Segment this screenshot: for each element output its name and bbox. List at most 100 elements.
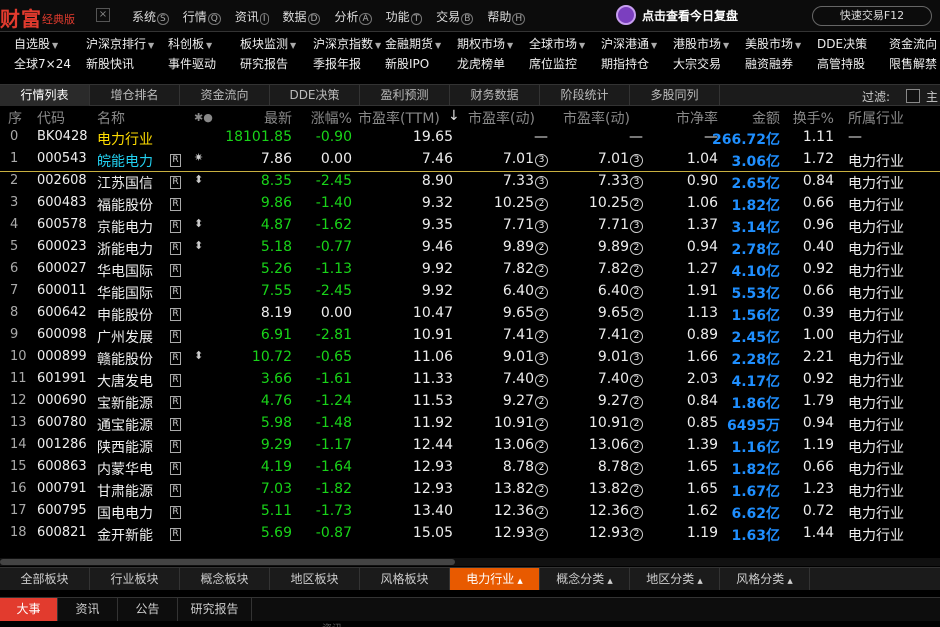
menu-item-2[interactable]: 资讯 I bbox=[235, 8, 269, 25]
nav-link-navrow1-4[interactable]: 沪深京指数 ▼ bbox=[313, 35, 381, 52]
sector-tab-5[interactable]: 电力行业 ▲ bbox=[450, 568, 540, 590]
tab-5[interactable]: 财务数据 bbox=[450, 85, 540, 106]
nav-link-navrow1-6[interactable]: 期权市场 ▼ bbox=[457, 35, 513, 52]
stock-name[interactable]: 申能股份 bbox=[97, 305, 153, 325]
nav-link-navrow2-8[interactable]: 期指持仓 bbox=[601, 55, 649, 72]
nav-link-navrow1-7[interactable]: 全球市场 ▼ bbox=[529, 35, 585, 52]
scrollbar-thumb[interactable] bbox=[0, 559, 455, 565]
stock-name[interactable]: 京能电力 bbox=[97, 217, 153, 237]
menu-item-6[interactable]: 交易 B bbox=[436, 8, 474, 25]
stock-name[interactable]: 福能股份 bbox=[97, 195, 153, 215]
news-tab-0[interactable]: 大事 bbox=[0, 598, 58, 621]
nav-link-navrow1-3[interactable]: 板块监测 ▼ bbox=[240, 35, 296, 52]
table-row[interactable]: 18 600821 金开新能 R 5.69 -0.87 15.05 12.93 2 12.93 2 1… bbox=[0, 523, 940, 545]
tab-4[interactable]: 盈利预测 bbox=[360, 85, 450, 106]
nav-link-navrow2-10[interactable]: 融资融券 bbox=[745, 55, 793, 72]
stock-name[interactable]: 金开新能 bbox=[97, 525, 153, 545]
header-code[interactable]: 代码 bbox=[37, 108, 65, 128]
table-row[interactable]: 8 600642 申能股份 R 8.19 0.00 10.47 9.65 2 9.65 2 1.13 1… bbox=[0, 303, 940, 325]
header-index[interactable]: 序 bbox=[8, 108, 22, 128]
table-row[interactable]: 16 000791 甘肃能源 R 7.03 -1.82 12.93 13.82 2 13.82 2 1… bbox=[0, 479, 940, 501]
news-tab-3[interactable]: 研究报告 bbox=[178, 598, 252, 621]
header-industry[interactable]: 所属行业 bbox=[848, 108, 904, 128]
menu-item-7[interactable]: 帮助 H bbox=[487, 8, 526, 25]
stock-name[interactable]: 宝新能源 bbox=[97, 393, 153, 413]
nav-link-navrow1-9[interactable]: 港股市场 ▼ bbox=[673, 35, 729, 52]
table-row[interactable]: 9 600098 广州发展 R 6.91 -2.81 10.91 7.41 2 7.41 2 0.89… bbox=[0, 325, 940, 347]
header-pe-dynamic-2[interactable]: 市盈率(动) bbox=[563, 108, 630, 128]
header-pb[interactable]: 市净率 bbox=[676, 108, 718, 128]
nav-link-navrow1-11[interactable]: DDE决策 bbox=[817, 35, 867, 52]
nav-link-navrow1-10[interactable]: 美股市场 ▼ bbox=[745, 35, 801, 52]
stock-name[interactable]: 大唐发电 bbox=[97, 371, 153, 391]
nav-link-navrow2-9[interactable]: 大宗交易 bbox=[673, 55, 721, 72]
nav-link-navrow2-11[interactable]: 高管持股 bbox=[817, 55, 865, 72]
table-row[interactable]: 10 000899 赣能股份 R ⬍ 10.72 -0.65 11.06 9.01 3 9.01 3 1… bbox=[0, 347, 940, 369]
sector-tab-4[interactable]: 风格板块 bbox=[360, 568, 450, 590]
table-row[interactable]: 15 600863 内蒙华电 R 4.19 -1.64 12.93 8.78 2 8.78 2 1.6… bbox=[0, 457, 940, 479]
nav-link-navrow1-1[interactable]: 沪深京排行 ▼ bbox=[86, 35, 154, 52]
header-amount[interactable]: 金额 bbox=[752, 108, 780, 128]
header-price[interactable]: 最新 bbox=[264, 108, 292, 128]
tab-0[interactable]: 行情列表 bbox=[0, 85, 90, 106]
table-row[interactable]: 13 600780 通宝能源 R 5.98 -1.48 11.92 10.91 2 10.91 2 0… bbox=[0, 413, 940, 435]
stock-name[interactable]: 江苏国信 bbox=[97, 173, 153, 193]
close-icon[interactable]: × bbox=[96, 8, 110, 22]
sector-tab-1[interactable]: 行业板块 bbox=[90, 568, 180, 590]
stock-name[interactable]: 陕西能源 bbox=[97, 437, 153, 457]
news-tab-1[interactable]: 资讯 bbox=[58, 598, 118, 621]
nav-link-navrow1-0[interactable]: 自选股 ▼ bbox=[14, 35, 58, 52]
nav-link-navrow2-7[interactable]: 席位监控 bbox=[529, 55, 577, 72]
nav-link-navrow2-0[interactable]: 全球7×24 bbox=[14, 55, 71, 72]
nav-link-navrow2-6[interactable]: 龙虎榜单 bbox=[457, 55, 505, 72]
sector-tab-0[interactable]: 全部板块 bbox=[0, 568, 90, 590]
table-row[interactable]: 14 001286 陕西能源 R 9.29 -1.17 12.44 13.06 2 13.06 2 1… bbox=[0, 435, 940, 457]
quick-trade-button[interactable]: 快速交易F12 bbox=[812, 6, 932, 26]
stock-name[interactable]: 赣能股份 bbox=[97, 349, 153, 369]
tab-3[interactable]: DDE决策 bbox=[270, 85, 360, 106]
tab-7[interactable]: 多股同列 bbox=[630, 85, 720, 106]
stock-name[interactable]: 广州发展 bbox=[97, 327, 153, 347]
nav-link-navrow2-5[interactable]: 新股IPO bbox=[385, 55, 429, 72]
header-turnover[interactable]: 换手% bbox=[793, 108, 834, 128]
nav-link-navrow2-2[interactable]: 事件驱动 bbox=[168, 55, 216, 72]
nav-link-navrow1-2[interactable]: 科创板 ▼ bbox=[168, 35, 212, 52]
stock-name[interactable]: 通宝能源 bbox=[97, 415, 153, 435]
nav-link-navrow2-1[interactable]: 新股快讯 bbox=[86, 55, 134, 72]
menu-item-0[interactable]: 系统 S bbox=[132, 8, 169, 25]
stock-name[interactable]: 皖能电力 bbox=[97, 151, 153, 171]
sector-tab-2[interactable]: 概念板块 bbox=[180, 568, 270, 590]
nav-link-navrow1-12[interactable]: 资金流向 bbox=[889, 35, 937, 52]
sector-tab-3[interactable]: 地区板块 bbox=[270, 568, 360, 590]
stock-name[interactable]: 国电电力 bbox=[97, 503, 153, 523]
tab-6[interactable]: 阶段统计 bbox=[540, 85, 630, 106]
table-row[interactable]: 17 600795 国电电力 R 5.11 -1.73 13.40 12.36 2 12.36 2 1… bbox=[0, 501, 940, 523]
table-row[interactable]: 6 600027 华电国际 R 5.26 -1.13 9.92 7.82 2 7.82 2 1.27 4… bbox=[0, 259, 940, 281]
table-row[interactable]: 4 600578 京能电力 R ⬍ 4.87 -1.62 9.35 7.71 3 7.71 3 1.37… bbox=[0, 215, 940, 237]
stock-name[interactable]: 电力行业 bbox=[97, 129, 153, 149]
horizontal-scrollbar[interactable] bbox=[0, 558, 940, 566]
sector-tab-6[interactable]: 概念分类 ▲ bbox=[540, 568, 630, 590]
tab-1[interactable]: 增仓排名 bbox=[90, 85, 180, 106]
table-row[interactable]: 12 000690 宝新能源 R 4.76 -1.24 11.53 9.27 2 9.27 2 0.8… bbox=[0, 391, 940, 413]
nav-link-navrow2-4[interactable]: 季报年报 bbox=[313, 55, 361, 72]
table-row[interactable]: 0 BK0428 电力行业 18101.85 -0.90 19.65 — — — 266.72亿 1… bbox=[0, 127, 940, 149]
sector-tab-8[interactable]: 风格分类 ▲ bbox=[720, 568, 810, 590]
stock-name[interactable]: 华能国际 bbox=[97, 283, 153, 303]
nav-link-navrow2-12[interactable]: 限售解禁 bbox=[889, 55, 937, 72]
sector-tab-7[interactable]: 地区分类 ▲ bbox=[630, 568, 720, 590]
header-change[interactable]: 涨幅% bbox=[311, 108, 352, 128]
header-pe-dynamic[interactable]: 市盈率(动) bbox=[468, 108, 535, 128]
nav-link-navrow2-3[interactable]: 研究报告 bbox=[240, 55, 288, 72]
news-tab-2[interactable]: 公告 bbox=[118, 598, 178, 621]
menu-item-1[interactable]: 行情 Q bbox=[183, 8, 221, 25]
table-row[interactable]: 3 600483 福能股份 R 9.86 -1.40 9.32 10.25 2 10.25 2 1.0… bbox=[0, 193, 940, 215]
table-row[interactable]: 7 600011 华能国际 R 7.55 -2.45 9.92 6.40 2 6.40 2 1.91 5… bbox=[0, 281, 940, 303]
nav-link-navrow1-5[interactable]: 金融期货 ▼ bbox=[385, 35, 441, 52]
menu-item-4[interactable]: 分析 A bbox=[334, 8, 372, 25]
menu-item-5[interactable]: 功能 T bbox=[386, 8, 423, 25]
filter-checkbox[interactable] bbox=[906, 89, 920, 103]
stock-name[interactable]: 华电国际 bbox=[97, 261, 153, 281]
menu-item-3[interactable]: 数据 D bbox=[283, 8, 321, 25]
table-row[interactable]: 11 601991 大唐发电 R 3.66 -1.61 11.33 7.40 2 7.40 2 2.0… bbox=[0, 369, 940, 391]
